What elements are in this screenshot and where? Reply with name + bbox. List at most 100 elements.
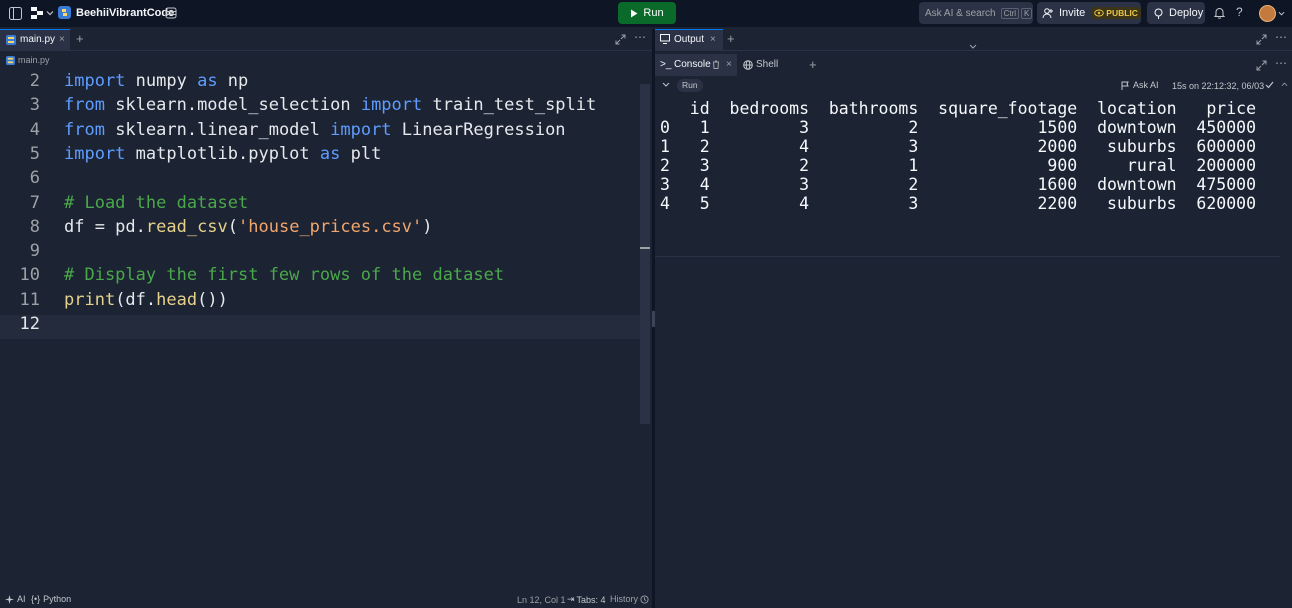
run-timestamp: 15s on 22:12:32, 06/03 [1172, 81, 1265, 91]
code-token: ( [227, 216, 239, 237]
tabs-setting[interactable]: ⇥ Tabs: 4 [567, 594, 606, 605]
tabs-label: Tabs: 4 [576, 594, 606, 605]
console-tab-bar: >_ Console × Shell + ⋯ [655, 54, 1292, 76]
code-token: as [197, 71, 218, 91]
search-bar[interactable]: Ask AI & search Ctrl K [919, 2, 1033, 24]
flag-icon [1121, 81, 1129, 90]
line-number: 11 [19, 289, 40, 310]
close-icon[interactable]: × [726, 59, 732, 70]
close-icon[interactable]: × [59, 34, 65, 45]
editor-scrollbar[interactable] [640, 84, 650, 424]
avatar-menu[interactable] [1259, 5, 1285, 22]
line-number: 6 [29, 168, 40, 189]
tab-shell[interactable]: Shell [741, 54, 801, 76]
deploy-label: Deploy [1169, 7, 1204, 19]
run-button[interactable]: Run [618, 2, 676, 24]
code-token: df = pd. [64, 216, 146, 237]
help-icon[interactable]: ? [1236, 5, 1243, 19]
console-tab-label: Console [674, 59, 711, 70]
new-tab-button[interactable]: + [76, 31, 84, 46]
close-icon[interactable]: × [710, 34, 716, 45]
code-token: head [156, 289, 198, 310]
more-options-icon[interactable]: ⋯ [634, 30, 646, 44]
eye-icon [1094, 9, 1105, 17]
tab-console[interactable]: >_ Console × [655, 54, 737, 76]
indent-icon: ⇥ [567, 594, 575, 604]
database-icon[interactable] [165, 7, 177, 19]
dataframe-row: 2 3 2 1 900 rural 200000 [660, 156, 1257, 175]
maximize-icon[interactable] [1256, 60, 1267, 71]
code-token: read_csv [145, 216, 228, 237]
line-number: 2 [29, 71, 40, 91]
replit-logo-icon [31, 7, 43, 19]
cursor-position[interactable]: Ln 12, Col 1 [517, 595, 566, 605]
maximize-icon[interactable] [615, 34, 626, 45]
replit-menu-button[interactable] [30, 6, 54, 20]
more-options-icon[interactable]: ⋯ [1275, 56, 1287, 70]
code-text: import matplotlib.pyplot as plt [64, 144, 381, 164]
line-number: 7 [29, 192, 40, 213]
sidebar-toggle-icon[interactable] [9, 7, 22, 20]
tab-main-py[interactable]: main.py × [0, 29, 70, 50]
check-icon [1265, 81, 1274, 89]
code-token: (df. [115, 289, 157, 310]
breadcrumb-file[interactable]: main.py [18, 55, 50, 65]
code-text: df = pd.read_csv('house_prices.csv') [64, 217, 433, 237]
dataframe-row: 3 4 3 2 1600 downtown 475000 [660, 175, 1257, 194]
public-label: PUBLIC [1106, 8, 1138, 18]
terminal-icon: >_ [660, 59, 672, 70]
code-token: import [64, 143, 126, 164]
history-button[interactable]: History [610, 594, 649, 604]
code-token: matplotlib.pyplot [125, 143, 320, 164]
python-icon [58, 6, 71, 19]
chevron-down-icon [46, 11, 54, 16]
code-text: import numpy as np [64, 71, 248, 91]
kbd-ctrl: Ctrl [1000, 7, 1020, 19]
line-number: 4 [29, 119, 40, 140]
status-bar: AI {•} Python Ln 12, Col 1 ⇥ Tabs: 4 His… [0, 590, 652, 608]
dataframe-header: id bedrooms bathrooms square_footage loc… [660, 99, 1257, 118]
output-tab-bar: Output × + ⋯ [655, 29, 1292, 51]
braces-icon: {•} [31, 594, 41, 604]
trash-icon[interactable] [712, 60, 720, 69]
code-token: from [64, 95, 105, 116]
chevron-down-icon[interactable] [662, 82, 670, 88]
editor-tab-bar: main.py × + ⋯ [0, 29, 652, 51]
code-token: sklearn.model_selection [104, 95, 361, 116]
repl-name[interactable]: BeehiiVibrantCode [76, 7, 174, 19]
code-token: np [217, 71, 249, 91]
code-token: train_test_split [422, 95, 597, 116]
tab-label: main.py [20, 34, 56, 45]
code-token: from [64, 119, 105, 140]
bell-icon[interactable] [1214, 7, 1225, 19]
chevron-down-icon[interactable] [969, 44, 977, 50]
language-indicator[interactable]: {•} Python [31, 594, 71, 604]
breadcrumb: main.py [0, 52, 652, 69]
dataframe-row: 1 2 4 3 2000 suburbs 600000 [660, 137, 1257, 156]
new-tab-button[interactable]: + [727, 31, 735, 46]
invite-button[interactable]: Invite PUBLIC [1037, 2, 1141, 24]
code-editor[interactable]: 2 import numpy as np 3 from sklearn.model_s… [0, 71, 640, 361]
maximize-icon[interactable] [1256, 34, 1267, 45]
code-text: # Display the first few rows of the data… [64, 265, 504, 285]
code-token: import [64, 71, 126, 91]
code-text: print(df.head()) [64, 290, 228, 310]
ask-ai-button[interactable]: Ask AI [1121, 80, 1159, 90]
line-number: 9 [29, 241, 40, 262]
kbd-k: K [1021, 7, 1033, 19]
line-number: 5 [29, 143, 40, 164]
globe-icon [743, 60, 753, 70]
python-file-icon [6, 35, 16, 45]
ai-button[interactable]: AI [5, 594, 26, 604]
deploy-button[interactable]: Deploy [1147, 2, 1205, 24]
console-output: id bedrooms bathrooms square_footage loc… [660, 99, 1256, 213]
history-icon [640, 594, 649, 604]
chevron-up-icon[interactable] [1281, 81, 1288, 87]
more-options-icon[interactable]: ⋯ [1275, 30, 1287, 44]
code-token: ) [422, 216, 433, 237]
code-token: numpy [125, 71, 198, 91]
new-tab-button[interactable]: + [809, 57, 817, 72]
tab-output[interactable]: Output × [655, 29, 723, 50]
code-token: print [64, 289, 116, 310]
line-number: 3 [29, 95, 40, 116]
